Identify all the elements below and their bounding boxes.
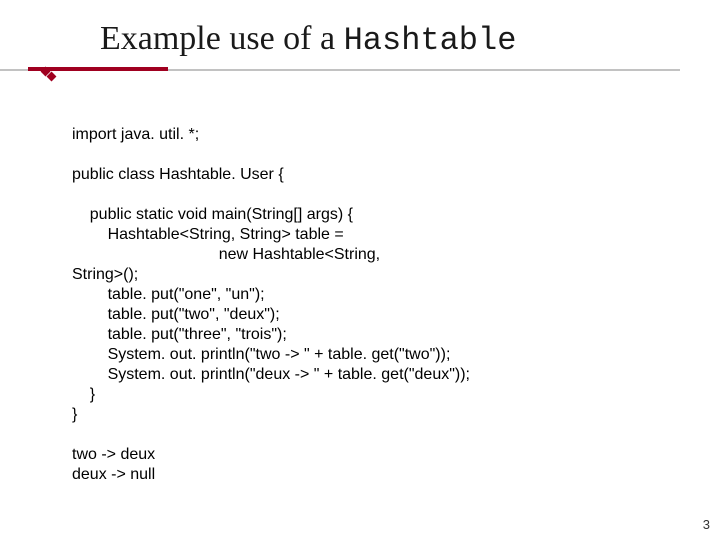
code-line: table. put("two", "deux"); [72, 306, 280, 323]
code-line: import java. util. *; [72, 126, 199, 143]
title-underline [0, 67, 680, 73]
title-block: Example use of a Hashtable [0, 20, 720, 73]
code-line: public static void main(String[] args) { [72, 206, 353, 223]
code-line: table. put("three", "trois"); [72, 326, 287, 343]
slide-title: Example use of a Hashtable [0, 20, 720, 67]
code-line: } [72, 406, 77, 423]
code-line: public class Hashtable. User { [72, 166, 284, 183]
code-line: System. out. println("two -> " + table. … [72, 346, 450, 363]
code-line: table. put("one", "un"); [72, 286, 265, 303]
title-prefix: Example use of a [100, 20, 344, 57]
accent-tick-icon [47, 72, 57, 82]
page-number: 3 [703, 517, 710, 532]
code-line: String>(); [72, 266, 138, 283]
code-line: Hashtable<String, String> table = [72, 226, 344, 243]
code-line: } [72, 386, 95, 403]
code-block: import java. util. *; public class Hasht… [72, 105, 660, 485]
code-line: two -> deux [72, 446, 155, 463]
code-line: deux -> null [72, 466, 155, 483]
title-mono: Hashtable [344, 22, 517, 59]
code-line: System. out. println("deux -> " + table.… [72, 366, 470, 383]
code-line: new Hashtable<String, [72, 246, 380, 263]
